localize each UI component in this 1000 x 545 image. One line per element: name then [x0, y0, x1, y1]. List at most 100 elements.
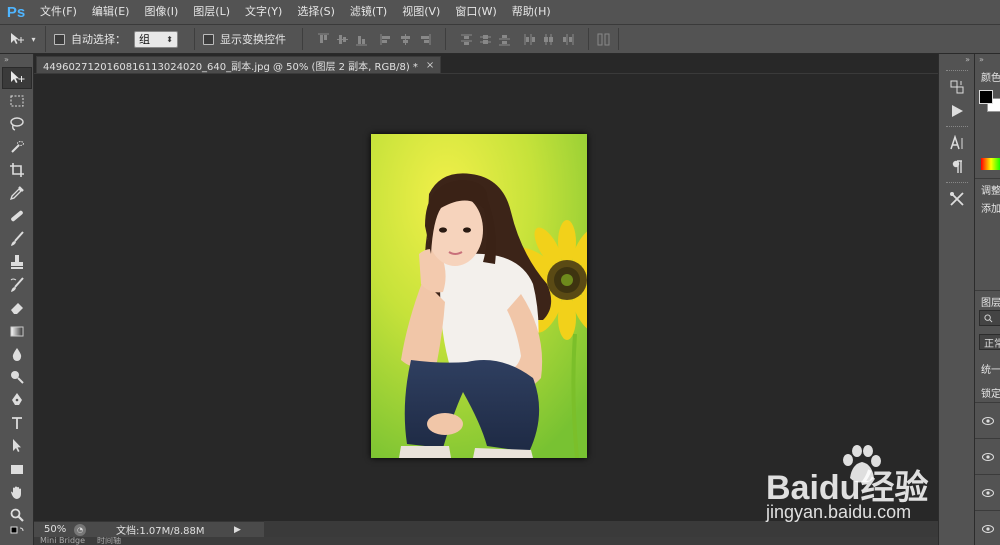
distribute-right-icon[interactable] [561, 33, 574, 46]
collapse-toolbar-button[interactable]: » [0, 54, 33, 66]
character-panel-button[interactable] [943, 132, 971, 154]
gradient-tool[interactable] [2, 320, 32, 342]
align-right-icon[interactable] [418, 33, 431, 46]
menu-select[interactable]: 选择(S) [289, 0, 342, 24]
menu-window[interactable]: 窗口(W) [447, 0, 503, 24]
color-panel-title[interactable]: 颜色 [975, 66, 1000, 87]
status-menu-arrow-icon[interactable]: ▶ [234, 525, 241, 535]
distribute-vcenter-icon[interactable] [479, 33, 492, 46]
eye-icon[interactable] [982, 416, 994, 425]
quick-select-tool[interactable] [2, 136, 32, 158]
auto-align-icon[interactable] [597, 33, 610, 46]
dock-grip [946, 70, 968, 72]
blur-tool[interactable] [2, 343, 32, 365]
actions-panel-button[interactable] [943, 100, 971, 122]
brush-tool[interactable] [2, 228, 32, 250]
layer-row[interactable] [975, 474, 1000, 510]
history-brush-tool[interactable] [2, 274, 32, 296]
eye-icon[interactable] [982, 524, 994, 533]
move-tool[interactable] [2, 67, 32, 89]
gradient-icon [10, 326, 24, 337]
collapse-dock-button[interactable]: » [939, 54, 974, 66]
dodge-tool[interactable] [2, 366, 32, 388]
auto-select-checkbox[interactable] [54, 33, 65, 45]
layer-row[interactable] [975, 510, 1000, 545]
align-left-icon[interactable] [380, 33, 393, 46]
menu-image[interactable]: 图像(I) [136, 0, 185, 24]
history-panel-button[interactable] [943, 76, 971, 98]
auto-select-dropdown[interactable]: 组 ⬍ [134, 30, 178, 48]
tab-strip-border [34, 73, 938, 74]
options-bar: ▾ 自动选择： 组 ⬍ 显示变换控件 [0, 24, 1000, 54]
crop-tool[interactable] [2, 159, 32, 181]
zoom-level-field[interactable]: 50% [34, 524, 74, 535]
distribute-bottom-icon[interactable] [498, 33, 511, 46]
image-canvas[interactable] [371, 134, 587, 458]
rectangle-tool[interactable] [2, 458, 32, 480]
align-hcenter-icon[interactable] [399, 33, 412, 46]
eye-icon[interactable] [982, 452, 994, 461]
tab-timeline[interactable]: 时间轴 [91, 537, 127, 545]
align-buttons-group [317, 33, 368, 46]
tool-preset-picker[interactable]: ▾ [0, 26, 46, 52]
menu-layer[interactable]: 图层(L) [185, 0, 237, 24]
menu-view[interactable]: 视图(V) [394, 0, 447, 24]
history-icon [950, 80, 964, 94]
layer-row[interactable] [975, 402, 1000, 438]
horizontal-scrollbar[interactable] [264, 521, 938, 537]
eye-icon[interactable] [982, 488, 994, 497]
document-tab[interactable]: 44960271201608161130240​20_640_副本.jpg @ … [36, 56, 442, 73]
hand-tool[interactable] [2, 481, 32, 503]
crop-icon [10, 163, 24, 177]
lasso-tool[interactable] [2, 113, 32, 135]
path-select-tool[interactable] [2, 435, 32, 457]
align-bottom-icon[interactable] [355, 33, 368, 46]
menu-file[interactable]: 文件(F) [32, 0, 84, 24]
paragraph-panel-button[interactable] [943, 156, 971, 178]
menu-edit[interactable]: 编辑(E) [84, 0, 137, 24]
blend-mode-select[interactable]: 正常 [979, 334, 1000, 350]
distribute-left-icon[interactable] [523, 33, 536, 46]
bandage-icon [11, 210, 23, 222]
close-icon[interactable]: × [426, 60, 434, 71]
zoom-tool[interactable] [2, 504, 32, 526]
eraser-tool[interactable] [2, 297, 32, 319]
layer-filter-search[interactable] [979, 310, 1000, 326]
pen-tool[interactable] [2, 389, 32, 411]
history-brush-icon [10, 277, 24, 292]
tool-presets-panel-button[interactable] [943, 188, 971, 210]
share-icon[interactable]: ◔ [74, 523, 86, 536]
divider [618, 28, 619, 50]
layer-row[interactable] [975, 438, 1000, 474]
chevron-down-icon: ▾ [31, 34, 36, 44]
menu-help[interactable]: 帮助(H) [504, 0, 558, 24]
divider [445, 28, 446, 50]
menu-bar: Ps 文件(F) 编辑(E) 图像(I) 图层(L) 文字(Y) 选择(S) 滤… [0, 0, 1000, 24]
swap-colors-tool[interactable] [2, 526, 32, 539]
foreground-color-swatch[interactable] [979, 90, 993, 104]
menu-type[interactable]: 文字(Y) [237, 0, 289, 24]
show-transform-checkbox[interactable] [203, 33, 214, 45]
marquee-icon [10, 95, 24, 107]
distribute-hcenter-icon[interactable] [542, 33, 555, 46]
layers-panel-title[interactable]: 图层 [975, 291, 1000, 312]
distribute-top-icon[interactable] [460, 33, 473, 46]
align-top-icon[interactable] [317, 33, 330, 46]
tab-mini-bridge[interactable]: Mini Bridge [34, 537, 91, 545]
type-tool[interactable] [2, 412, 32, 434]
dock-grip [946, 126, 968, 128]
clone-stamp-tool[interactable] [2, 251, 32, 273]
align-vcenter-icon[interactable] [336, 33, 349, 46]
adjustments-panel-title[interactable]: 调整 [975, 179, 1000, 200]
eyedropper-tool[interactable] [2, 182, 32, 204]
menu-filter[interactable]: 滤镜(T) [342, 0, 394, 24]
document-tab-title: 44960271201608161130240​20_640_副本.jpg @ … [43, 61, 418, 73]
expand-panels-button[interactable]: » [975, 54, 1000, 66]
path-select-icon [13, 439, 21, 452]
updown-arrows-icon: ⬍ [166, 34, 173, 44]
healing-brush-tool[interactable] [2, 205, 32, 227]
marquee-tool[interactable] [2, 90, 32, 112]
type-icon [12, 417, 22, 429]
color-spectrum[interactable] [981, 158, 1000, 170]
app-logo: Ps [6, 3, 26, 21]
